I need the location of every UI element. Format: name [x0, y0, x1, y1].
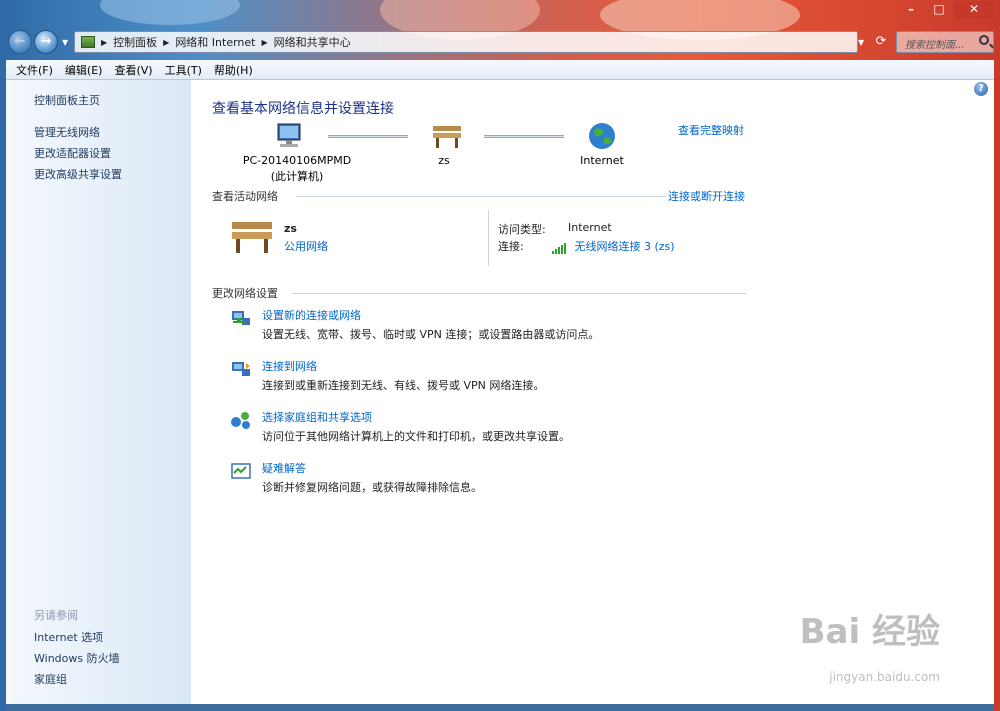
- breadcrumb-separator-icon[interactable]: ▶: [101, 38, 107, 47]
- task-connect-network-desc: 连接到或重新连接到无线、有线、拨号或 VPN 网络连接。: [262, 379, 545, 392]
- sidebar-home-link[interactable]: 控制面板主页: [34, 92, 100, 108]
- close-icon[interactable]: ✕: [954, 1, 994, 19]
- see-also-homegroup[interactable]: 家庭组: [34, 671, 67, 687]
- task-troubleshoot-link[interactable]: 疑难解答: [262, 460, 306, 476]
- sidebar: 控制面板主页 管理无线网络 更改适配器设置 更改高级共享设置 另请参阅 Inte…: [6, 80, 191, 704]
- sidebar-item-advanced-sharing[interactable]: 更改高级共享设置: [34, 166, 122, 182]
- sidebar-item-adapter-settings[interactable]: 更改适配器设置: [34, 145, 111, 161]
- connection-line: [484, 135, 564, 138]
- task-troubleshoot-desc: 诊断并修复网络问题，或获得故障排除信息。: [262, 481, 482, 494]
- task-homegroup-link[interactable]: 选择家庭组和共享选项: [262, 409, 372, 425]
- homegroup-icon: [231, 412, 250, 429]
- window-bottom-border: [6, 704, 994, 711]
- breadcrumb-network-internet[interactable]: 网络和 Internet: [175, 34, 255, 50]
- network-type-link[interactable]: 公用网络: [284, 238, 328, 254]
- vertical-divider: [488, 210, 489, 266]
- internet-globe-icon: [589, 123, 615, 149]
- menu-tools[interactable]: 工具(T): [159, 62, 208, 78]
- sidebar-item-manage-wireless[interactable]: 管理无线网络: [34, 124, 100, 140]
- task-homegroup-desc: 访问位于其他网络计算机上的文件和打印机，或更改共享设置。: [262, 430, 570, 443]
- divider: [292, 293, 746, 294]
- connection-link-wrap[interactable]: 无线网络连接 3 (zs): [552, 238, 675, 254]
- network-node-name: zs: [438, 154, 450, 167]
- breadcrumb-separator-icon[interactable]: ▶: [163, 38, 169, 47]
- connection-line: [328, 135, 408, 138]
- access-type-value: Internet: [568, 221, 612, 234]
- address-bar[interactable]: ▶ 控制面板 ▶ 网络和 Internet ▶ 网络和共享中心: [74, 31, 858, 53]
- maximize-icon[interactable]: □: [926, 1, 952, 19]
- menu-view[interactable]: 查看(V): [108, 62, 158, 78]
- active-network-name: zs: [284, 222, 297, 235]
- watermark-url: jingyan.baidu.com: [829, 670, 940, 684]
- see-also-windows-firewall[interactable]: Windows 防火墙: [34, 650, 120, 666]
- troubleshoot-icon: [231, 463, 251, 479]
- forward-button[interactable]: →: [34, 30, 58, 54]
- recent-pages-chevron-icon[interactable]: ▼: [62, 38, 70, 47]
- bench-icon-large: [232, 222, 272, 253]
- help-icon[interactable]: ?: [974, 82, 988, 96]
- see-also-internet-options[interactable]: Internet 选项: [34, 629, 103, 645]
- refresh-icon[interactable]: ⟳: [872, 34, 890, 50]
- menu-file[interactable]: 文件(F): [10, 62, 59, 78]
- search-placeholder: 搜索控制面...: [905, 40, 965, 51]
- bench-icon: [433, 126, 461, 148]
- breadcrumb-control-panel[interactable]: 控制面板: [113, 34, 157, 50]
- navigation-bar: ← → ▼ ▶ 控制面板 ▶ 网络和 Internet ▶ 网络和共享中心 ▼ …: [6, 30, 994, 56]
- window-controls: – □ ✕: [898, 1, 994, 19]
- signal-strength-icon: [552, 241, 567, 254]
- full-map-link[interactable]: 查看完整映射: [678, 122, 744, 138]
- search-icon[interactable]: [979, 35, 989, 45]
- address-dropdown-icon[interactable]: ▼: [858, 38, 864, 47]
- new-connection-icon: [232, 311, 250, 325]
- connect-disconnect-link[interactable]: 连接或断开连接: [668, 188, 745, 204]
- see-also-heading: 另请参阅: [34, 609, 78, 622]
- watermark-brand: Bai 经验: [799, 612, 940, 652]
- change-settings-label: 更改网络设置: [212, 287, 278, 300]
- divider: [296, 196, 666, 197]
- menu-edit[interactable]: 编辑(E): [59, 62, 109, 78]
- task-connect-network-link[interactable]: 连接到网络: [262, 358, 317, 374]
- search-input[interactable]: 搜索控制面...: [896, 31, 994, 53]
- menu-help[interactable]: 帮助(H): [208, 62, 259, 78]
- task-new-connection-desc: 设置无线、宽带、拨号、临时或 VPN 连接；或设置路由器或访问点。: [262, 328, 600, 341]
- page-title: 查看基本网络信息并设置连接: [212, 101, 394, 117]
- control-panel-icon: [81, 36, 95, 48]
- breadcrumb-network-sharing-center[interactable]: 网络和共享中心: [274, 34, 351, 50]
- task-new-connection-link[interactable]: 设置新的连接或网络: [262, 307, 361, 323]
- connection-label: 连接:: [498, 240, 524, 253]
- computer-name: PC-20140106MPMD: [242, 154, 352, 167]
- connect-network-icon: [232, 362, 250, 376]
- computer-sub: (此计算机): [270, 170, 324, 183]
- computer-icon: [277, 123, 301, 147]
- menu-bar: 文件(F) 编辑(E) 查看(V) 工具(T) 帮助(H): [6, 60, 994, 80]
- internet-node-name: Internet: [580, 154, 624, 167]
- back-button[interactable]: ←: [8, 30, 32, 54]
- access-type-label: 访问类型:: [498, 223, 546, 236]
- active-networks-label: 查看活动网络: [212, 190, 278, 203]
- breadcrumb-separator-icon[interactable]: ▶: [262, 38, 268, 47]
- minimize-icon[interactable]: –: [898, 1, 924, 19]
- connection-link[interactable]: 无线网络连接 3 (zs): [575, 240, 675, 253]
